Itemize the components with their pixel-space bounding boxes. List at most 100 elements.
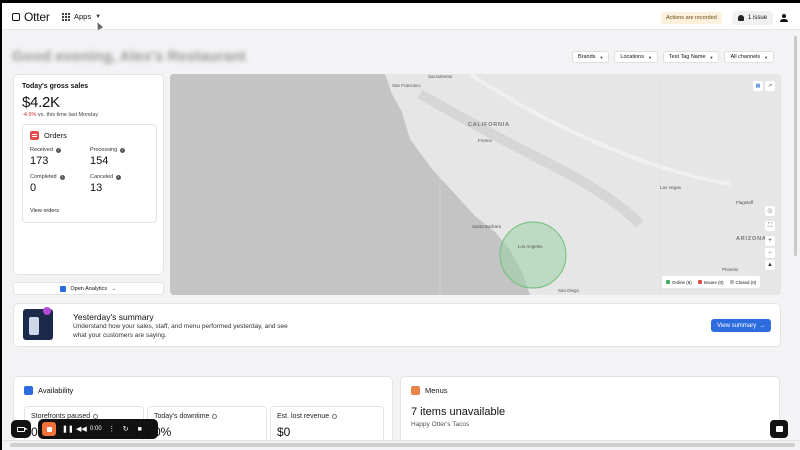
closed-dot-icon xyxy=(729,280,734,284)
open-analytics-button[interactable]: Open Analytics → xyxy=(13,282,164,295)
map-label-san-diego: San Diego xyxy=(558,288,580,293)
store-map[interactable]: San Francisco CALIFORNIA ARIZONA Los Ang… xyxy=(170,74,781,295)
menus-unavailable-count: 7 items unavailable xyxy=(411,406,506,418)
analytics-icon xyxy=(60,285,67,292)
summary-title: Yesterday's summary xyxy=(73,312,154,322)
arrow-right-icon: → xyxy=(759,322,766,329)
horizontal-scrollbar[interactable] xyxy=(2,440,800,450)
otter-logo-icon xyxy=(12,13,20,21)
camera-icon xyxy=(17,426,28,432)
issues-button[interactable]: 1 issue xyxy=(732,11,774,25)
brands-filter[interactable]: Brands ▼ xyxy=(572,51,610,63)
otter-logo[interactable]: Otter xyxy=(12,10,50,24)
chevron-down-icon: ▼ xyxy=(647,54,652,60)
stop-recording-button[interactable] xyxy=(42,422,56,436)
bell-icon xyxy=(738,15,744,21)
map-label-san-francisco: San Francisco xyxy=(392,83,421,88)
summary-text: Understand how your sales, staff, and me… xyxy=(73,323,288,339)
pause-icon[interactable]: ❚❚ xyxy=(62,425,74,433)
map-label-fresno: Fresno xyxy=(478,138,493,143)
gross-sales-card: Today's gross sales $4.2K -4.9% vs. this… xyxy=(13,74,164,275)
apps-label: Apps xyxy=(74,12,92,21)
menus-icon xyxy=(411,386,420,395)
orders-panel: Orders Received i 173 Processing i 154 Com… xyxy=(22,124,157,223)
orders-header: Orders xyxy=(30,131,67,140)
chevron-down-icon: ▼ xyxy=(599,54,604,60)
yesterday-summary-banner: Yesterday's summary Understand how your … xyxy=(13,303,781,347)
apps-grid-icon xyxy=(62,12,70,21)
user-account-icon[interactable] xyxy=(780,14,788,22)
map-label-flagstaff: Flagstaff xyxy=(736,200,754,205)
compass-icon[interactable]: ▲ xyxy=(765,260,775,270)
map-view-toggle[interactable]: ▦ xyxy=(753,81,763,91)
locate-icon[interactable]: ☉ xyxy=(765,206,775,216)
change-suffix: vs. this time last Monday xyxy=(37,112,99,118)
zoom-in-icon[interactable]: + xyxy=(765,236,775,246)
page-title: Good evening, Alex's Restaurant xyxy=(12,48,246,65)
info-icon: i xyxy=(116,174,122,180)
received-stat: Received i 173 xyxy=(30,147,61,167)
restart-icon[interactable]: ↻ xyxy=(122,425,130,433)
map-legend: Online (8) Issues (0) Closed (0) xyxy=(662,276,761,288)
map-label-los-angeles: Los Angeles xyxy=(518,244,543,249)
app-name: Otter xyxy=(24,10,50,24)
orders-icon xyxy=(30,131,39,140)
info-icon: i xyxy=(59,174,65,180)
vertical-scrollbar[interactable] xyxy=(794,30,798,440)
orders-title: Orders xyxy=(44,131,67,140)
processing-stat: Processing i 154 xyxy=(90,147,126,167)
window-left-edge xyxy=(0,0,2,450)
info-icon: i xyxy=(55,147,61,153)
top-header: Otter Apps ▼ Actions are recorded 1 issu… xyxy=(2,3,800,30)
info-icon xyxy=(212,414,218,419)
menus-card: Menus 7 items unavailable Happy Otter's … xyxy=(400,376,780,450)
chevron-down-icon: ▼ xyxy=(709,54,714,60)
chat-button[interactable] xyxy=(770,420,788,438)
map-label-sacramento: Sacramento xyxy=(428,74,453,79)
info-icon xyxy=(332,414,338,419)
map-label-arizona: ARIZONA xyxy=(736,236,767,242)
chat-icon xyxy=(775,426,783,432)
availability-header: Availability xyxy=(24,386,73,395)
grid-icon[interactable]: ⋮ xyxy=(108,425,116,433)
online-dot-icon xyxy=(666,280,670,284)
fullscreen-icon[interactable]: ⛶ xyxy=(765,221,775,231)
zoom-out-icon[interactable]: − xyxy=(765,248,775,258)
locations-filter[interactable]: Locations ▼ xyxy=(614,51,658,63)
menus-header: Menus xyxy=(411,386,448,395)
gross-sales-title: Today's gross sales xyxy=(22,83,89,90)
chart-view-toggle[interactable]: ↗ xyxy=(765,81,775,91)
arrow-right-icon: → xyxy=(111,285,117,292)
canceled-stat: Canceled i 13 xyxy=(90,174,122,194)
apps-menu-button[interactable]: Apps ▼ xyxy=(62,12,101,21)
summary-illustration-icon xyxy=(23,307,53,340)
map-label-phoenix: Phoenix xyxy=(722,267,739,272)
chevron-down-icon: ▼ xyxy=(95,13,102,20)
map-label-las-vegas: Las Vegas xyxy=(660,185,682,190)
view-summary-button[interactable]: View summary → xyxy=(711,319,772,332)
trash-icon[interactable]: ■ xyxy=(136,426,144,433)
info-icon: i xyxy=(120,147,126,153)
open-analytics-label: Open Analytics xyxy=(70,285,108,292)
gross-sales-change: -4.9% vs. this time last Monday xyxy=(22,112,98,118)
view-orders-link[interactable]: View orders xyxy=(30,208,59,214)
camera-button[interactable] xyxy=(11,420,31,438)
map-label-california: CALIFORNIA xyxy=(468,122,510,128)
completed-stat: Completed i 0 xyxy=(30,174,65,194)
channels-filter[interactable]: All channels ▼ xyxy=(724,51,775,63)
rewind-icon[interactable]: ◀◀ xyxy=(76,425,87,433)
menus-store-name: Happy Otter's Tacos xyxy=(411,421,470,428)
change-percent: -4.9% xyxy=(22,112,37,118)
availability-icon xyxy=(24,386,33,395)
map-label-santa-barbara: Santa Barbara xyxy=(472,224,502,229)
chevron-down-icon: ▼ xyxy=(764,54,769,60)
map-terrain xyxy=(170,74,781,295)
filter-bar: Brands ▼ Locations ▼ Test Tag Name ▼ All ch… xyxy=(572,51,775,63)
issues-label: 1 issue xyxy=(748,15,768,21)
recording-toolbar: ❚❚ ◀◀ 0:00 ⋮ ↻ ■ xyxy=(38,419,158,439)
stop-icon xyxy=(46,426,52,432)
actions-recorded-badge: Actions are recorded xyxy=(661,12,722,24)
tag-filter[interactable]: Test Tag Name ▼ xyxy=(662,51,720,63)
gross-sales-value: $4.2K xyxy=(22,94,60,111)
issues-dot-icon xyxy=(697,280,702,284)
